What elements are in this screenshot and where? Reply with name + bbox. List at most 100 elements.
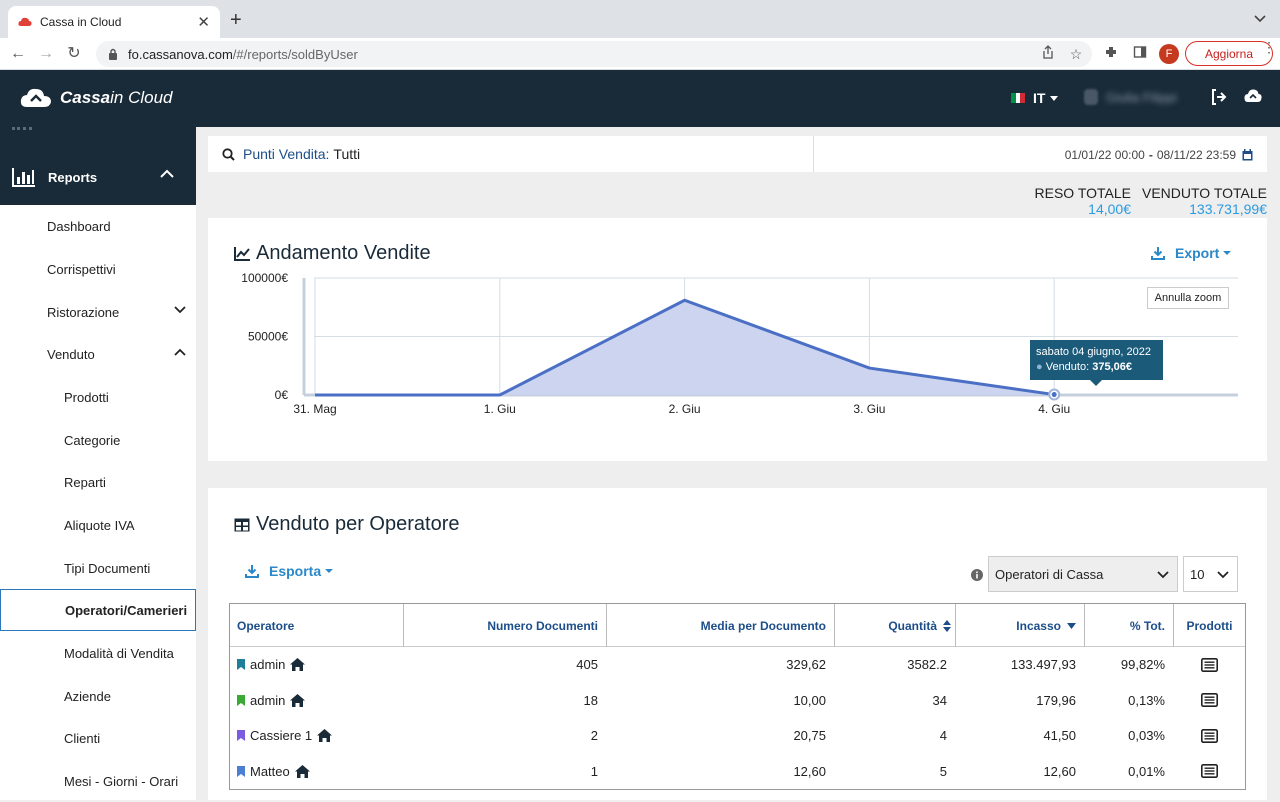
bar-chart-icon (12, 168, 35, 187)
bookmark-icon (237, 730, 245, 741)
logo[interactable]: Cassa in Cloud (20, 87, 172, 109)
operator-type-select[interactable]: Operatori di Cassa (988, 556, 1178, 592)
table-row: admin 405 329,62 3582.2 133.497,93 99,82% (230, 647, 1245, 682)
sidebar-item-mesi-giorni-orari[interactable]: Mesi - Giorni - Orari (0, 760, 196, 802)
table-row: Cassiere 1 2 20,75 4 41,50 0,03% (230, 718, 1245, 753)
products-button[interactable] (1173, 754, 1245, 789)
update-button[interactable]: Aggiorna (1185, 41, 1273, 66)
date-range-picker[interactable]: 01/01/22 00:00 - 08/11/22 23:59 (1065, 148, 1253, 162)
search-icon (222, 147, 235, 161)
cloud-sync-icon[interactable] (1244, 88, 1264, 108)
column-prodotti: Prodotti (1173, 604, 1245, 647)
new-tab-icon[interactable]: + (230, 9, 242, 32)
sidebar-item-ristorazione[interactable]: Ristorazione (0, 291, 196, 333)
tab-search-chevron-icon[interactable] (1254, 12, 1266, 26)
app-header: Cassa in Cloud IT Giulia Filippi (0, 70, 1280, 127)
column-incasso[interactable]: Incasso (955, 604, 1084, 647)
download-icon (245, 565, 259, 578)
calendar-icon (1242, 149, 1253, 161)
sidebar-item-prodotti[interactable]: Prodotti (0, 376, 196, 418)
sidebar-item-aliquote-iva[interactable]: Aliquote IVA (0, 504, 196, 546)
browser-tab[interactable]: Cassa in Cloud ✕ (8, 6, 220, 38)
reset-zoom-button[interactable]: Annulla zoom (1147, 287, 1229, 309)
address-bar[interactable]: fo.cassanova.com/#/reports/soldByUser (96, 41, 1092, 67)
store-filter[interactable]: Punti Vendita: Tutti (222, 146, 360, 162)
browser-menu-icon[interactable]: ⋮ (1262, 40, 1276, 54)
products-button[interactable] (1173, 647, 1245, 682)
y-tick-label: 50000€ (248, 330, 288, 344)
user-menu[interactable]: Giulia Filippi (1084, 89, 1177, 105)
cell-income: 41,50 (1043, 728, 1076, 743)
home-icon (290, 658, 306, 671)
sidebar-item-operatori-camerieri[interactable]: Operatori/Camerieri (0, 589, 196, 631)
chevron-down-icon (174, 306, 186, 314)
sidebar-item-venduto[interactable]: Venduto (0, 333, 196, 375)
operator-cell: Cassiere 1 (230, 718, 403, 753)
sidebar-item-clienti[interactable]: Clienti (0, 717, 196, 759)
close-tab-icon[interactable]: ✕ (197, 13, 210, 31)
x-tick-label: 2. Giu (669, 402, 701, 416)
language-code: IT (1033, 90, 1046, 106)
forward-icon[interactable]: → (36, 44, 56, 64)
cell-docs: 405 (576, 657, 598, 672)
share-icon[interactable] (1038, 44, 1058, 64)
chevron-up-icon (174, 348, 186, 356)
cell-docs: 1 (590, 763, 598, 779)
date-to: 08/11/22 23:59 (1156, 148, 1236, 162)
info-icon[interactable] (971, 569, 983, 581)
sidebar-item-aziende[interactable]: Aziende (0, 675, 196, 717)
sidebar-item-tipi-documenti[interactable]: Tipi Documenti (0, 547, 196, 589)
cell-avg: 20,75 (793, 728, 826, 743)
sidebar-item-label: Categorie (64, 432, 121, 448)
y-tick-label: 0€ (275, 388, 289, 402)
sales-chart-title: Andamento Vendite (234, 242, 431, 265)
sidebar-item-corrispettivi[interactable]: Corrispettivi (0, 248, 196, 290)
bookmark-star-icon[interactable]: ☆ (1066, 44, 1086, 64)
profile-avatar[interactable]: F (1159, 44, 1179, 64)
logout-icon[interactable] (1210, 88, 1230, 108)
cloud-favicon-icon (18, 17, 32, 26)
back-icon[interactable]: ← (8, 44, 28, 64)
lock-icon (109, 48, 117, 60)
cell-pct: 99,82% (1120, 657, 1165, 672)
column-operatore[interactable]: Operatore (230, 604, 403, 647)
x-tick-label: 3. Giu (853, 402, 885, 416)
total-sold: VENDUTO TOTALE 133.731,99€ (1142, 185, 1267, 217)
operator-name: Matteo (250, 763, 290, 779)
sidebar-section-reports[interactable]: Reports (0, 149, 196, 205)
column-media-documento[interactable]: Media per Documento (606, 604, 834, 647)
table-row: Matteo 1 12,60 5 12,60 0,01% (230, 754, 1245, 789)
side-panel-icon[interactable] (1130, 44, 1150, 64)
sidebar-item-categorie[interactable]: Categorie (0, 419, 196, 461)
esporta-button[interactable]: Esporta (245, 563, 334, 579)
caret-down-icon (1223, 251, 1232, 255)
tab-title: Cassa in Cloud (40, 15, 122, 29)
cell-qty: 34 (932, 692, 947, 708)
sidebar-item-reparti[interactable]: Reparti (0, 461, 196, 503)
extensions-icon[interactable] (1101, 44, 1121, 64)
esporta-label: Esporta (269, 563, 322, 579)
cell-qty: 5 (939, 763, 947, 779)
column-percent-tot[interactable]: % Tot. (1084, 604, 1173, 647)
browser-tab-bar: Cassa in Cloud ✕ + (0, 0, 1280, 38)
store-filter-value: Tutti (333, 146, 361, 162)
sidebar-item-modalita-vendita[interactable]: Modalità di Vendita (0, 632, 196, 674)
sidebar-item-dashboard[interactable]: Dashboard (0, 205, 196, 247)
products-button[interactable] (1173, 718, 1245, 753)
table-icon (234, 518, 250, 531)
total-returns-label: RESO TOTALE (1034, 185, 1131, 201)
data-point (1051, 392, 1057, 398)
sales-chart-title-text: Andamento Vendite (256, 242, 431, 264)
column-numero-documenti[interactable]: Numero Documenti (403, 604, 606, 647)
column-quantita[interactable]: Quantità (834, 604, 955, 647)
page-size-select[interactable]: 10 (1183, 556, 1238, 592)
sidebar-item-label: Ristorazione (47, 304, 120, 320)
reload-icon[interactable]: ↻ (64, 44, 84, 64)
sidebar-item-label: Dashboard (47, 218, 111, 234)
filter-bar: Punti Vendita: Tutti 01/01/22 00:00 - 08… (208, 136, 1267, 172)
cell-qty: 3582.2 (907, 657, 947, 672)
chevron-up-icon (160, 169, 174, 178)
export-button[interactable]: Export (1151, 245, 1232, 261)
products-button[interactable] (1173, 683, 1245, 718)
language-selector[interactable]: IT (1011, 90, 1059, 106)
